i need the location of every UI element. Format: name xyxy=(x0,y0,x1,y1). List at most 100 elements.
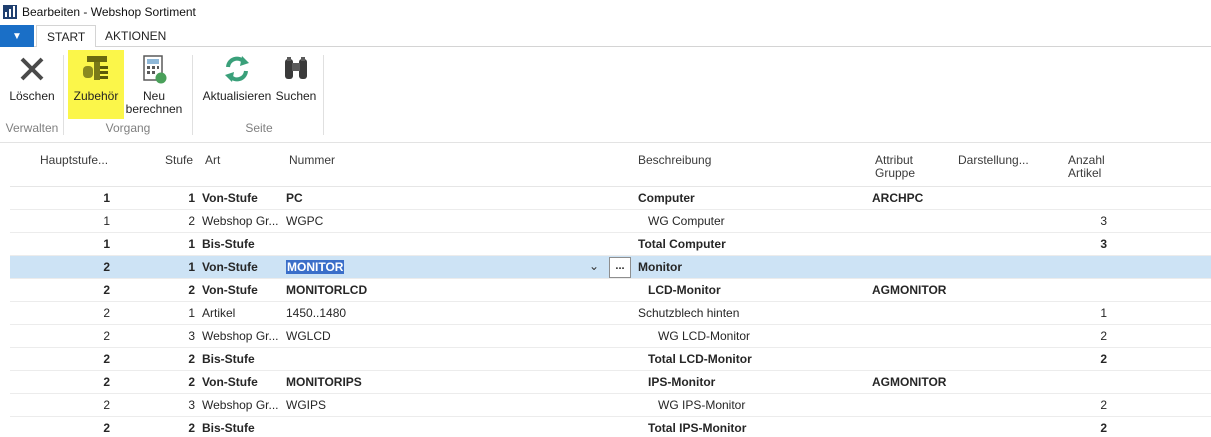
ribbon-tab-row: ▼ START AKTIONEN xyxy=(0,25,1211,48)
header-level[interactable]: Stufe xyxy=(165,154,193,167)
cell-description: WG IPS-Monitor xyxy=(658,398,746,412)
number-input[interactable]: MONITOR ⌄ xyxy=(286,258,607,277)
table-row[interactable]: 2 3 Webshop Gr... WGLCD WG LCD-Monitor 2 xyxy=(10,325,1211,348)
cell-level: 2 xyxy=(188,421,195,435)
chevron-down-icon: ▼ xyxy=(12,30,22,42)
cell-type: Bis-Stufe xyxy=(202,352,255,366)
header-display[interactable]: Darstellung... xyxy=(958,154,1029,167)
cell-level: 3 xyxy=(188,329,195,343)
table-row[interactable]: 1 1 Von-Stufe PC Computer ARCHPC xyxy=(10,187,1211,210)
cell-number: PC xyxy=(286,191,303,205)
cell-main-level: 2 xyxy=(103,283,110,297)
group-label-manage: Verwalten xyxy=(5,121,59,135)
cell-main-level: 2 xyxy=(103,398,110,412)
cell-type: Von-Stufe xyxy=(202,283,258,297)
cell-type: Webshop Gr... xyxy=(202,214,279,228)
app-menu-button[interactable]: ▼ xyxy=(0,25,34,47)
data-grid: Hauptstufe... Stufe Art Nummer Beschreib… xyxy=(10,149,1211,437)
cell-level: 1 xyxy=(188,260,195,274)
search-button[interactable]: Suchen xyxy=(273,53,319,113)
ribbon-separator xyxy=(323,55,324,135)
cell-type: Von-Stufe xyxy=(202,260,258,274)
cell-main-level: 2 xyxy=(103,329,110,343)
table-row[interactable]: 2 3 Webshop Gr... WGIPS WG IPS-Monitor 2 xyxy=(10,394,1211,417)
cell-level: 1 xyxy=(188,237,195,251)
cell-item-count: 1 xyxy=(1100,306,1107,320)
header-description[interactable]: Beschreibung xyxy=(638,154,711,167)
cell-description: LCD-Monitor xyxy=(648,283,721,297)
cell-main-level: 2 xyxy=(103,352,110,366)
cell-main-level: 1 xyxy=(103,191,110,205)
window-title: Bearbeiten - Webshop Sortiment xyxy=(22,5,196,19)
title-bar: Bearbeiten - Webshop Sortiment xyxy=(0,0,1211,24)
cell-main-level: 1 xyxy=(103,237,110,251)
cell-attribute-group: ARCHPC xyxy=(872,191,924,205)
header-type[interactable]: Art xyxy=(205,154,220,167)
table-row[interactable]: 2 1 Artikel 1450..1480 Schutzblech hinten 1 xyxy=(10,302,1211,325)
refresh-icon xyxy=(225,56,249,82)
cell-number: WGLCD xyxy=(286,329,331,343)
calculator-icon xyxy=(143,55,167,84)
accessories-icon xyxy=(83,56,108,80)
cell-description: WG LCD-Monitor xyxy=(658,329,751,343)
cell-type: Von-Stufe xyxy=(202,375,258,389)
ribbon: Löschen Zubehör Neu berechnen Aktualisie… xyxy=(0,47,1211,143)
cell-type: Artikel xyxy=(202,306,236,320)
cell-level: 1 xyxy=(188,306,195,320)
table-row[interactable]: 2 2 Bis-Stufe Total IPS-Monitor 2 xyxy=(10,417,1211,437)
cell-item-count: 3 xyxy=(1100,214,1107,228)
cell-level: 1 xyxy=(188,191,195,205)
delete-icon xyxy=(20,57,44,81)
cell-level: 2 xyxy=(188,283,195,297)
table-row[interactable]: 1 2 Webshop Gr... WGPC WG Computer 3 xyxy=(10,210,1211,233)
cell-main-level: 1 xyxy=(103,214,110,228)
cell-level: 3 xyxy=(188,398,195,412)
header-number[interactable]: Nummer xyxy=(289,154,335,167)
cell-item-count: 2 xyxy=(1100,398,1107,412)
cell-main-level: 2 xyxy=(103,421,110,435)
lookup-button[interactable]: ... xyxy=(609,257,631,278)
cell-description: Computer xyxy=(638,191,695,205)
header-attribute-group[interactable]: Attribut Gruppe xyxy=(875,154,915,180)
cell-main-level: 2 xyxy=(103,306,110,320)
recalculate-button[interactable]: Neu berechnen xyxy=(124,53,184,119)
cell-level: 2 xyxy=(188,352,195,366)
dropdown-chevron-icon[interactable]: ⌄ xyxy=(589,259,599,273)
cell-item-count: 3 xyxy=(1100,237,1107,251)
cell-main-level: 2 xyxy=(103,375,110,389)
cell-description: Total Computer xyxy=(638,237,726,251)
cell-attribute-group: AGMONITOR xyxy=(872,375,947,389)
header-item-count[interactable]: Anzahl Artikel xyxy=(1068,154,1105,180)
table-row[interactable]: 2 2 Von-Stufe MONITORIPS IPS-Monitor AGMONITO… xyxy=(10,371,1211,394)
cell-description: IPS-Monitor xyxy=(648,375,716,389)
table-row[interactable]: 2 1 Von-Stufe MONITOR ⌄... Monitor xyxy=(10,256,1211,279)
group-label-page: Seite xyxy=(245,121,273,135)
table-row[interactable]: 1 1 Bis-Stufe Total Computer 3 xyxy=(10,233,1211,256)
cell-type: Bis-Stufe xyxy=(202,421,255,435)
cell-type: Webshop Gr... xyxy=(202,329,279,343)
table-row[interactable]: 2 2 Von-Stufe MONITORLCD LCD-Monitor AGMONITO… xyxy=(10,279,1211,302)
cell-description: Schutzblech hinten xyxy=(638,306,740,320)
grid-header: Hauptstufe... Stufe Art Nummer Beschreib… xyxy=(10,149,1211,187)
cell-main-level: 2 xyxy=(103,260,110,274)
cell-description: Total IPS-Monitor xyxy=(648,421,747,435)
tab-start[interactable]: START xyxy=(36,25,97,48)
accessories-button[interactable]: Zubehör xyxy=(68,53,124,113)
number-input-value: MONITOR xyxy=(286,260,345,274)
cell-description: Monitor xyxy=(638,260,682,274)
header-main-level[interactable]: Hauptstufe... xyxy=(40,154,108,167)
refresh-button[interactable]: Aktualisieren xyxy=(200,53,274,113)
cell-number: MONITORLCD xyxy=(286,283,368,297)
cell-description: Total LCD-Monitor xyxy=(648,352,752,366)
tab-actions[interactable]: AKTIONEN xyxy=(105,25,166,47)
cell-item-count: 2 xyxy=(1100,352,1107,366)
group-label-process: Vorgang xyxy=(105,121,151,135)
table-row[interactable]: 2 2 Bis-Stufe Total LCD-Monitor 2 xyxy=(10,348,1211,371)
cell-level: 2 xyxy=(188,214,195,228)
cell-type: Bis-Stufe xyxy=(202,237,255,251)
cell-number: WGPC xyxy=(286,214,324,228)
delete-button[interactable]: Löschen xyxy=(4,53,60,113)
cell-item-count: 2 xyxy=(1100,421,1107,435)
cell-number: MONITORIPS xyxy=(286,375,362,389)
cell-level: 2 xyxy=(188,375,195,389)
